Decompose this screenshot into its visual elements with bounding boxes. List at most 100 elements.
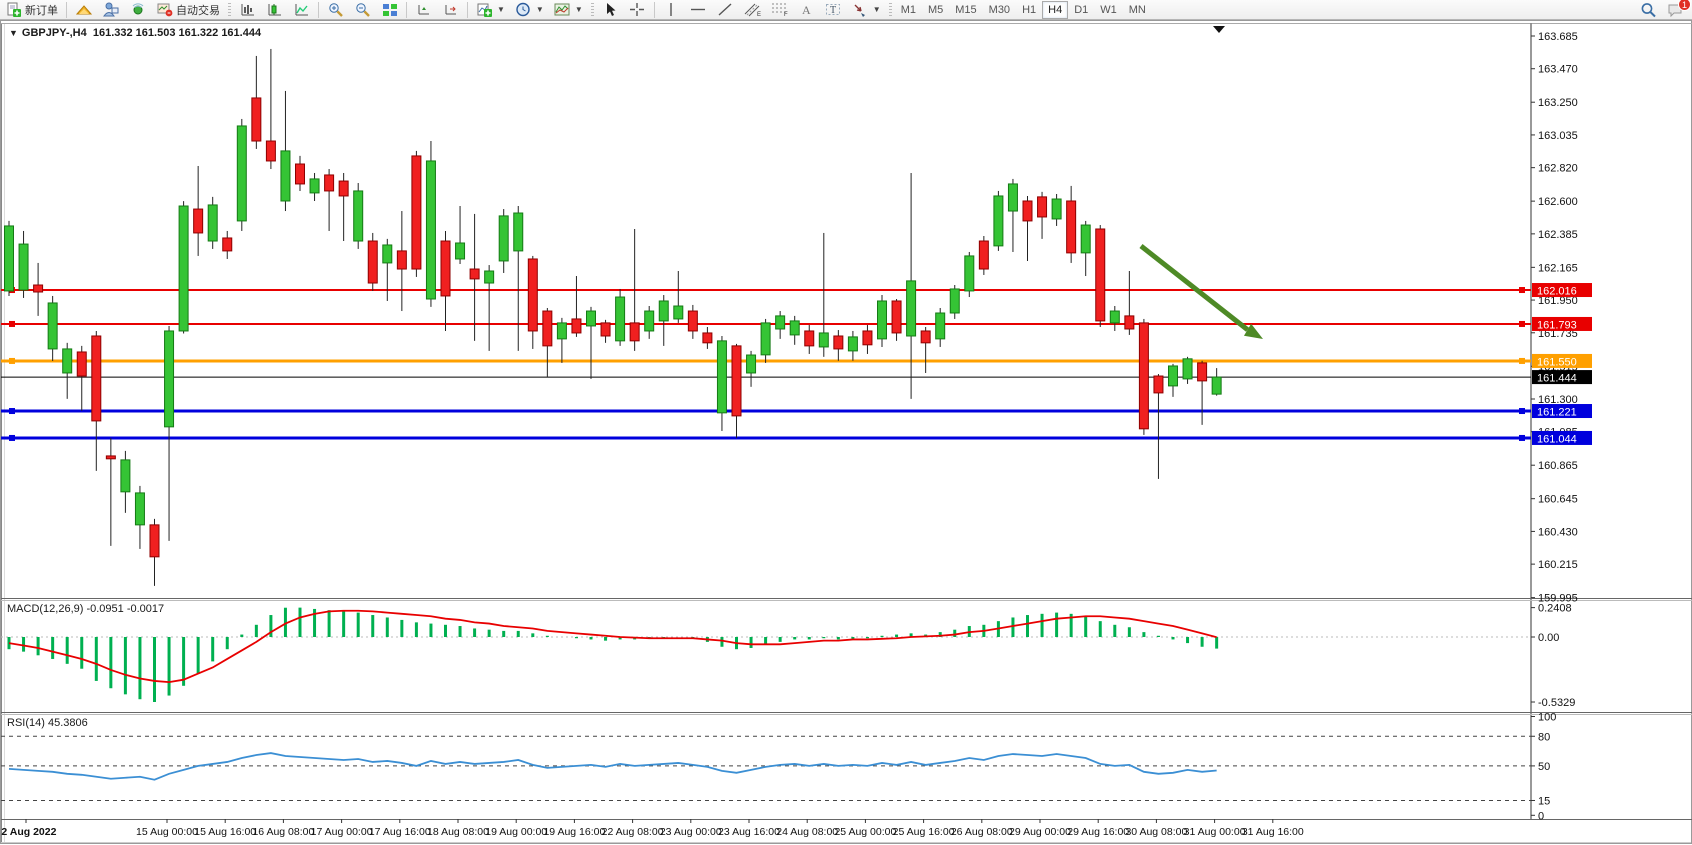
arrows-tool-button[interactable]: ▼	[847, 1, 886, 19]
bar-chart-mode-button[interactable]	[234, 1, 261, 19]
candle-body[interactable]	[1081, 225, 1090, 253]
candle-body[interactable]	[528, 259, 537, 331]
time-axis-label[interactable]: 23 Aug 16:00	[718, 826, 780, 838]
candle-body[interactable]	[135, 493, 144, 525]
candle-body[interactable]	[77, 352, 86, 376]
candle-body[interactable]	[48, 303, 57, 349]
candlestick-mode-button[interactable]	[261, 1, 288, 19]
candle-body[interactable]	[1067, 201, 1076, 253]
candle-body[interactable]	[368, 241, 377, 283]
candle-body[interactable]	[383, 245, 392, 263]
timeframe-button-m30[interactable]: M30	[983, 1, 1016, 19]
candle-body[interactable]	[456, 243, 465, 259]
toolbar-grip[interactable]	[227, 2, 232, 18]
periods-button[interactable]: ▼	[510, 1, 549, 19]
time-axis-label[interactable]: 22 Aug 08:00	[602, 826, 664, 838]
candle-body[interactable]	[659, 301, 668, 321]
candle-body[interactable]	[470, 269, 479, 279]
time-axis-label[interactable]: 15 Aug 00:00	[136, 826, 198, 838]
candle-body[interactable]	[237, 126, 246, 221]
line-anchor-handle[interactable]	[9, 321, 15, 327]
line-anchor-handle[interactable]	[9, 435, 15, 441]
trendline-tool-button[interactable]	[712, 1, 739, 19]
candle-body[interactable]	[1038, 197, 1047, 217]
candle-body[interactable]	[863, 331, 872, 345]
candle-body[interactable]	[878, 301, 887, 339]
auto-scroll-button[interactable]	[437, 1, 464, 19]
time-axis-label[interactable]: 15 Aug 16:00	[194, 826, 256, 838]
candle-body[interactable]	[1169, 366, 1178, 386]
candle-body[interactable]	[790, 321, 799, 335]
timeframe-button-m5[interactable]: M5	[922, 1, 949, 19]
candle-body[interactable]	[688, 311, 697, 331]
time-axis-label[interactable]: 29 Aug 00:00	[1009, 826, 1071, 838]
candle-body[interactable]	[296, 164, 305, 184]
candle-body[interactable]	[1023, 201, 1032, 221]
candle-body[interactable]	[223, 238, 232, 251]
candle-body[interactable]	[397, 251, 406, 269]
time-axis-label[interactable]: 19 Aug 00:00	[485, 826, 547, 838]
time-axis-label[interactable]: 25 Aug 16:00	[893, 826, 955, 838]
candle-body[interactable]	[674, 306, 683, 319]
candle-body[interactable]	[805, 331, 814, 346]
candle-body[interactable]	[1052, 199, 1061, 219]
chart-end-marker[interactable]	[1213, 26, 1225, 33]
time-axis-label[interactable]: 31 Aug 00:00	[1184, 826, 1246, 838]
timeframe-button-h4[interactable]: H4	[1042, 1, 1068, 19]
time-axis-label[interactable]: 19 Aug 16:00	[543, 826, 605, 838]
candle-body[interactable]	[325, 175, 334, 191]
candle-body[interactable]	[106, 456, 115, 459]
candle-body[interactable]	[412, 156, 421, 269]
time-axis-label[interactable]: 30 Aug 08:00	[1125, 826, 1187, 838]
cursor-tool-button[interactable]	[597, 1, 624, 19]
candle-body[interactable]	[92, 336, 101, 421]
candle-body[interactable]	[557, 323, 566, 339]
candle-body[interactable]	[194, 209, 203, 233]
timeframe-button-w1[interactable]: W1	[1094, 1, 1123, 19]
candle-body[interactable]	[936, 313, 945, 339]
candle-body[interactable]	[426, 161, 435, 299]
indicators-button[interactable]: ▼	[471, 1, 510, 19]
candle-body[interactable]	[717, 341, 726, 413]
candle-body[interactable]	[121, 460, 130, 492]
time-axis-label[interactable]: 18 Aug 08:00	[427, 826, 489, 838]
zoom-out-button[interactable]	[349, 1, 376, 19]
chat-icon[interactable]: 1	[1667, 2, 1684, 18]
candle-body[interactable]	[1139, 323, 1148, 429]
candle-body[interactable]	[776, 316, 785, 329]
crosshair-tool-button[interactable]	[624, 1, 651, 19]
candle-body[interactable]	[892, 301, 901, 333]
time-axis-label[interactable]: 31 Aug 16:00	[1242, 826, 1304, 838]
hline-tool-button[interactable]	[685, 1, 712, 19]
candle-body[interactable]	[994, 196, 1003, 246]
label-tool-button[interactable]: T	[820, 1, 847, 19]
candle-body[interactable]	[1198, 363, 1207, 381]
vline-tool-button[interactable]	[658, 1, 685, 19]
candle-body[interactable]	[1125, 316, 1134, 329]
candle-body[interactable]	[514, 213, 523, 251]
symbol-dropdown-icon[interactable]: ▼	[9, 28, 18, 38]
line-anchor-handle[interactable]	[1519, 435, 1525, 441]
time-axis-label[interactable]: 24 Aug 08:00	[776, 826, 838, 838]
line-anchor-handle[interactable]	[1519, 408, 1525, 414]
candle-body[interactable]	[1212, 377, 1221, 394]
timeframe-button-m1[interactable]: M1	[895, 1, 922, 19]
candle-body[interactable]	[965, 256, 974, 291]
candle-body[interactable]	[819, 333, 828, 347]
candle-body[interactable]	[34, 285, 43, 292]
candle-body[interactable]	[1154, 376, 1163, 393]
candle-body[interactable]	[543, 311, 552, 346]
time-axis-label[interactable]: 29 Aug 16:00	[1067, 826, 1129, 838]
toolbar-grip[interactable]	[888, 2, 893, 18]
candle-body[interactable]	[310, 179, 319, 193]
templates-button[interactable]: ▼	[549, 1, 588, 19]
shift-end-button[interactable]	[410, 1, 437, 19]
candle-body[interactable]	[165, 331, 174, 427]
line-anchor-handle[interactable]	[1519, 287, 1525, 293]
candle-body[interactable]	[485, 271, 494, 283]
candle-body[interactable]	[616, 297, 625, 341]
candle-body[interactable]	[907, 281, 916, 336]
data-window-button[interactable]	[97, 1, 124, 19]
chart-canvas[interactable]: 163.685163.470163.250163.035162.820162.6…	[1, 21, 1692, 845]
market-watch-button[interactable]	[70, 1, 97, 19]
